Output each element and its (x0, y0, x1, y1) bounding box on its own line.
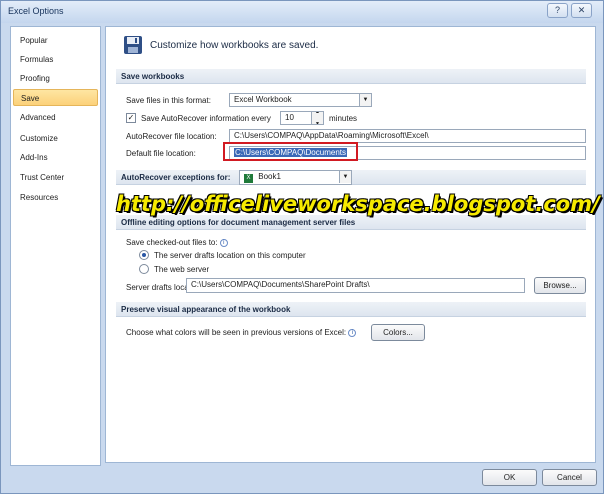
ok-button[interactable]: OK (482, 469, 537, 486)
save-to-label: Save checked-out files to: i (126, 238, 228, 247)
sidebar-item-formulas[interactable]: Formulas (13, 51, 98, 68)
info-icon: i (219, 238, 228, 247)
colors-button[interactable]: Colors... (371, 324, 425, 341)
colors-label: Choose what colors will be seen in previ… (126, 328, 357, 337)
save-format-value: Excel Workbook (234, 95, 292, 104)
cancel-button[interactable]: Cancel (542, 469, 597, 486)
exceptions-workbook-dropdown[interactable]: X Book1 ▼ (239, 170, 352, 185)
autorecover-minutes-spinner[interactable]: 10 ▲ ▼ (280, 111, 324, 125)
radio-server-drafts-label: The server drafts location on this compu… (154, 251, 306, 260)
autorecover-label: Save AutoRecover information every (141, 114, 271, 123)
radio-server-drafts[interactable] (139, 250, 149, 260)
excel-workbook-icon: X (244, 174, 253, 183)
default-location-highlight-box (223, 142, 358, 161)
save-format-dropdown[interactable]: Excel Workbook ▼ (229, 93, 372, 107)
drafts-location-input[interactable]: C:\Users\COMPAQ\Documents\SharePoint Dra… (186, 278, 525, 293)
format-label: Save files in this format: (126, 96, 211, 105)
page-header: Customize how workbooks are saved. (150, 40, 319, 51)
blog-url-watermark: http://officeliveworkspace.blogspot.com/ (116, 192, 600, 216)
sidebar-item-resources[interactable]: Resources (13, 189, 98, 206)
options-content: Customize how workbooks are saved. Save … (105, 26, 596, 463)
section-preserve-appearance: Preserve visual appearance of the workbo… (116, 302, 586, 317)
info-icon: i (348, 328, 357, 337)
sidebar-item-customize[interactable]: Customize (13, 130, 98, 147)
section-offline-editing: Offline editing options for document man… (116, 215, 586, 230)
autorecover-location-label: AutoRecover file location: (126, 132, 217, 141)
autorecover-minutes-value: 10 (285, 113, 294, 122)
title-bar[interactable]: Excel Options ? ✕ (1, 1, 603, 23)
autorecover-location-input[interactable]: C:\Users\COMPAQ\AppData\Roaming\Microsof… (229, 129, 586, 143)
default-location-label: Default file location: (126, 149, 196, 158)
sidebar-item-save[interactable]: Save (13, 89, 98, 106)
close-button[interactable]: ✕ (571, 3, 592, 18)
exceptions-label: AutoRecover exceptions for: (121, 173, 231, 182)
save-to-label-text: Save checked-out files to: (126, 238, 218, 247)
sidebar-item-advanced[interactable]: Advanced (13, 109, 98, 126)
window-title: Excel Options (8, 6, 64, 16)
sidebar-item-proofing[interactable]: Proofing (13, 70, 98, 87)
colors-label-text: Choose what colors will be seen in previ… (126, 328, 347, 337)
exceptions-workbook-value: Book1 (258, 172, 281, 181)
spinner-arrows-icon[interactable]: ▲ ▼ (311, 112, 323, 124)
sidebar-item-popular[interactable]: Popular (13, 32, 98, 49)
chevron-down-icon[interactable]: ▼ (359, 94, 371, 106)
sidebar-item-add-ins[interactable]: Add-Ins (13, 149, 98, 166)
chevron-down-icon[interactable]: ▼ (339, 171, 351, 183)
radio-web-server[interactable] (139, 264, 149, 274)
options-sidebar: Popular Formulas Proofing Save Advanced … (10, 26, 101, 466)
browse-button[interactable]: Browse... (534, 277, 586, 294)
autorecover-checkbox[interactable]: ✓ (126, 113, 136, 123)
sidebar-item-trust-center[interactable]: Trust Center (13, 169, 98, 186)
excel-options-window: Excel Options ? ✕ Popular Formulas Proof… (0, 0, 604, 494)
section-save-workbooks: Save workbooks (116, 69, 586, 84)
minutes-label: minutes (329, 114, 358, 123)
radio-web-server-label: The web server (154, 265, 210, 274)
floppy-disk-icon (124, 36, 142, 54)
help-button[interactable]: ? (547, 3, 568, 18)
